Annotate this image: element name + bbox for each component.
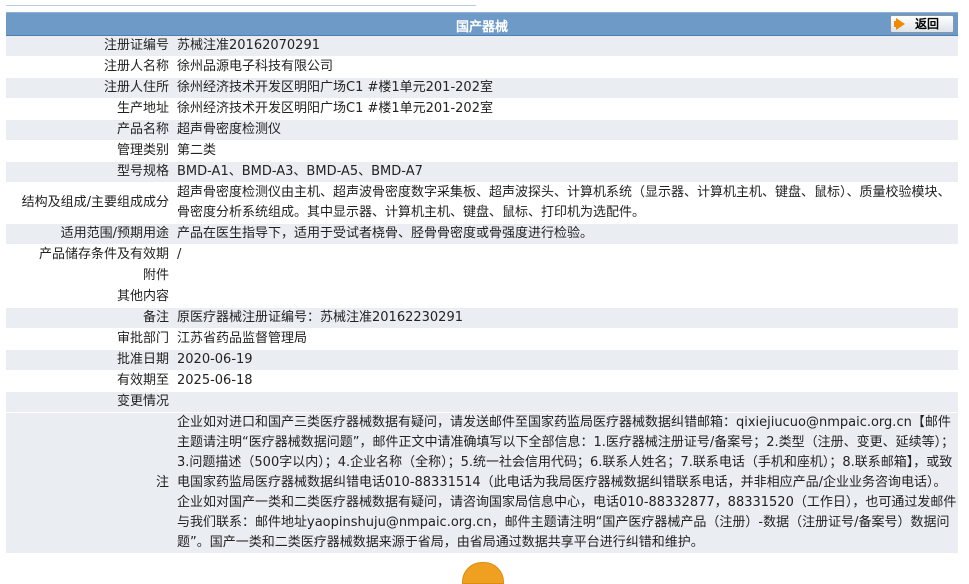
table-row: 批准日期 2020-06-19 [6, 349, 958, 371]
footer-logo-icon [462, 562, 504, 584]
field-value: 2025-06-18 [173, 370, 958, 392]
table-row: 注册人住所 徐州经济技术开发区明阳广场C1 #楼1单元201-202室 [6, 77, 958, 99]
field-value: 第二类 [173, 140, 958, 162]
field-label: 审批部门 [6, 328, 173, 350]
field-value: 原医疗器械注册证编号：苏械注准20162230291 [173, 307, 958, 329]
top-divider [6, 0, 476, 6]
field-label: 有效期至 [6, 370, 173, 392]
section-header: 国产器械 返回 [6, 12, 958, 36]
field-label: 注册人住所 [6, 77, 173, 99]
page-title: 国产器械 [455, 20, 508, 35]
field-value: 产品在医生指导下，适用于受试者桡骨、胫骨骨密度或骨强度进行检验。 [173, 223, 958, 245]
field-label: 批准日期 [6, 349, 173, 371]
table-row: 产品储存条件及有效期 / [6, 244, 958, 266]
field-label: 型号规格 [6, 161, 173, 183]
field-value [173, 391, 958, 413]
back-button-label: 返回 [915, 17, 940, 31]
field-value [173, 265, 958, 287]
field-value: 超声骨密度检测仪 [173, 119, 958, 141]
note-label: 注 [6, 412, 173, 554]
field-label: 注册人名称 [6, 56, 173, 78]
field-value [173, 286, 958, 308]
field-value: / [173, 244, 958, 266]
field-value: 江苏省药品监督管理局 [173, 328, 958, 350]
field-value: 徐州经济技术开发区明阳广场C1 #楼1单元201-202室 [173, 77, 958, 99]
field-label: 备注 [6, 307, 173, 329]
back-button[interactable]: 返回 [890, 15, 954, 33]
field-value: BMD-A1、BMD-A3、BMD-A5、BMD-A7 [173, 161, 958, 183]
field-value: 2020-06-19 [173, 349, 958, 371]
table-row: 变更情况 [6, 391, 958, 413]
table-row: 适用范围/预期用途 产品在医生指导下，适用于受试者桡骨、胫骨骨密度或骨强度进行检… [6, 223, 958, 245]
field-label: 产品储存条件及有效期 [6, 244, 173, 266]
detail-table: 注册证编号 苏械注准20162070291 注册人名称 徐州品源电子科技有限公司… [6, 36, 958, 554]
field-label: 生产地址 [6, 98, 173, 120]
table-row: 有效期至 2025-06-18 [6, 370, 958, 392]
table-row: 审批部门 江苏省药品监督管理局 [6, 328, 958, 350]
arrow-right-icon [896, 18, 905, 30]
field-value: 徐州经济技术开发区明阳广场C1 #楼1单元201-202室 [173, 98, 958, 120]
field-label: 管理类别 [6, 140, 173, 162]
note-text: 企业如对进口和国产三类医疗器械数据有疑问，请发送邮件至国家药监局医疗器械数据纠错… [173, 412, 958, 554]
table-row: 结构及组成/主要组成成分 超声骨密度检测仪由主机、超声波骨密度数字采集板、超声波… [6, 182, 958, 224]
field-label: 结构及组成/主要组成成分 [6, 182, 173, 224]
note-row: 注 企业如对进口和国产三类医疗器械数据有疑问，请发送邮件至国家药监局医疗器械数据… [6, 412, 958, 554]
table-row: 型号规格 BMD-A1、BMD-A3、BMD-A5、BMD-A7 [6, 161, 958, 183]
field-value: 超声骨密度检测仪由主机、超声波骨密度数字采集板、超声波探头、计算机系统（显示器、… [173, 182, 958, 224]
table-row: 注册证编号 苏械注准20162070291 [6, 36, 958, 57]
table-row: 其他内容 [6, 286, 958, 308]
table-row: 附件 [6, 265, 958, 287]
top-strip [0, 0, 969, 6]
table-row: 备注 原医疗器械注册证编号：苏械注准20162230291 [6, 307, 958, 329]
field-value: 徐州品源电子科技有限公司 [173, 56, 958, 78]
table-row: 产品名称 超声骨密度检测仪 [6, 119, 958, 141]
field-label: 产品名称 [6, 119, 173, 141]
field-label: 变更情况 [6, 391, 173, 413]
field-label: 其他内容 [6, 286, 173, 308]
field-label: 附件 [6, 265, 173, 287]
table-row: 注册人名称 徐州品源电子科技有限公司 [6, 56, 958, 78]
field-label: 注册证编号 [6, 36, 173, 57]
field-value: 苏械注准20162070291 [173, 36, 958, 57]
table-row: 管理类别 第二类 [6, 140, 958, 162]
field-label: 适用范围/预期用途 [6, 223, 173, 245]
table-row: 生产地址 徐州经济技术开发区明阳广场C1 #楼1单元201-202室 [6, 98, 958, 120]
